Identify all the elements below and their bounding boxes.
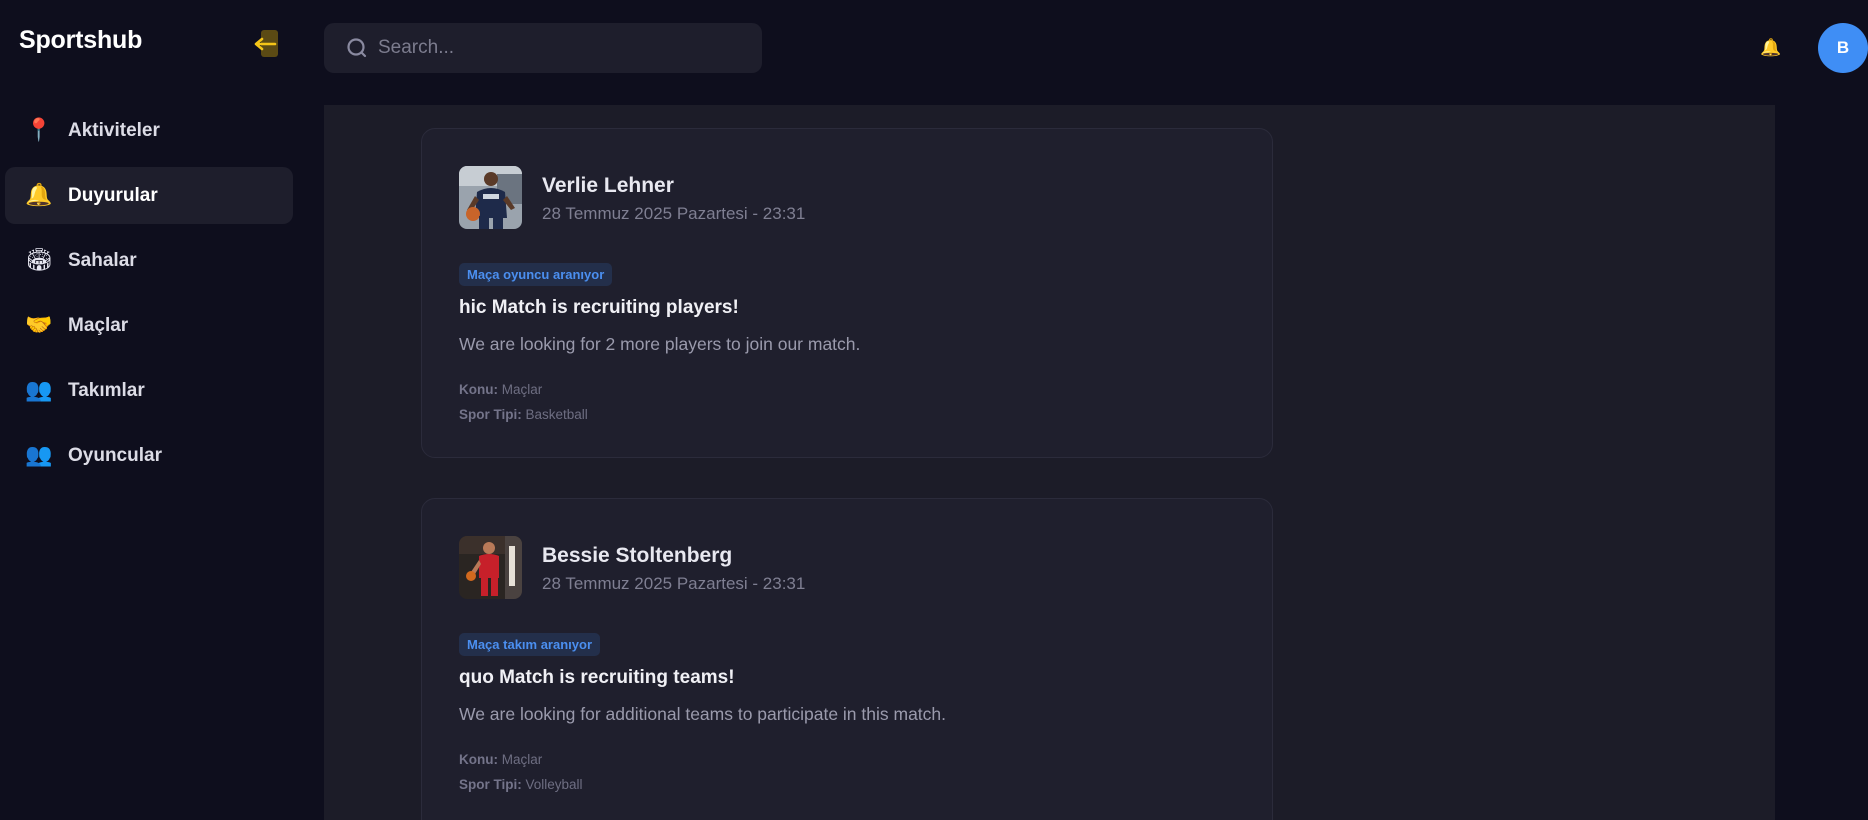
- sidebar-item-aktiviteler[interactable]: 📍 Aktiviteler: [5, 102, 293, 159]
- sidebar-nav: 📍 Aktiviteler 🔔 Duyurular 🏟 Sahalar 🤝 Ma…: [5, 102, 293, 492]
- post-date: 28 Temmuz 2025 Pazartesi - 23:31: [542, 204, 806, 223]
- post-body: We are looking for 2 more players to joi…: [459, 334, 861, 354]
- announcements-feed: Verlie Lehner 28 Temmuz 2025 Pazartesi -…: [324, 105, 1775, 820]
- sidebar-item-label: Oyuncular: [68, 444, 162, 466]
- sidebar-item-label: Sahalar: [68, 249, 137, 271]
- author-photo[interactable]: [459, 536, 522, 599]
- announcement-card[interactable]: Bessie Stoltenberg 28 Temmuz 2025 Pazart…: [421, 498, 1273, 820]
- bell-icon: 🔔: [25, 183, 53, 208]
- post-author: Bessie Stoltenberg 28 Temmuz 2025 Pazart…: [459, 536, 805, 599]
- post-author: Verlie Lehner 28 Temmuz 2025 Pazartesi -…: [459, 166, 805, 229]
- people-icon: 👥: [25, 443, 53, 468]
- search-input[interactable]: [378, 37, 738, 59]
- topic-value: Maçlar: [501, 382, 543, 397]
- sport-label: Spor Tipi:: [459, 407, 522, 422]
- sport-value: Basketball: [525, 407, 588, 422]
- user-avatar[interactable]: B: [1818, 23, 1868, 73]
- post-title[interactable]: hic Match is recruiting players!: [459, 297, 739, 319]
- post-sport: Spor Tipi: Volleyball: [459, 777, 583, 792]
- post-tag: Maça takım aranıyor: [459, 633, 601, 656]
- author-name[interactable]: Bessie Stoltenberg: [542, 544, 805, 568]
- bell-icon: 🔔: [1760, 38, 1782, 58]
- sport-label: Spor Tipi:: [459, 777, 522, 792]
- post-topic: Konu: Maçlar: [459, 382, 542, 397]
- sidebar-item-takimlar[interactable]: 👥 Takımlar: [5, 362, 293, 419]
- sidebar-item-label: Takımlar: [68, 379, 145, 401]
- sidebar-item-sahalar[interactable]: 🏟 Sahalar: [5, 232, 293, 289]
- people-icon: 👥: [25, 378, 53, 403]
- post-sport: Spor Tipi: Basketball: [459, 407, 588, 422]
- author-name[interactable]: Verlie Lehner: [542, 174, 805, 198]
- sport-value: Volleyball: [525, 777, 583, 792]
- topic-value: Maçlar: [501, 752, 543, 767]
- sidebar-item-label: Aktiviteler: [68, 119, 160, 141]
- sidebar-item-oyuncular[interactable]: 👥 Oyuncular: [5, 427, 293, 484]
- notifications-button[interactable]: 🔔: [1760, 36, 1782, 60]
- sidebar: Sportshub 📍 Aktiviteler 🔔 Duyurular 🏟 Sa…: [0, 0, 300, 820]
- stadium-icon: 🏟: [25, 248, 53, 273]
- topic-label: Konu:: [459, 752, 498, 767]
- post-body: We are looking for additional teams to p…: [459, 704, 947, 724]
- topic-label: Konu:: [459, 382, 498, 397]
- arrow-left-icon: [254, 37, 277, 51]
- post-date: 28 Temmuz 2025 Pazartesi - 23:31: [542, 574, 806, 593]
- search-bar[interactable]: [324, 23, 762, 73]
- sidebar-item-maclar[interactable]: 🤝 Maçlar: [5, 297, 293, 354]
- sidebar-item-duyurular[interactable]: 🔔 Duyurular: [5, 167, 293, 224]
- collapse-sidebar-button[interactable]: [250, 30, 280, 58]
- sidebar-item-label: Maçlar: [68, 314, 129, 336]
- brand-logo[interactable]: Sportshub: [19, 26, 142, 55]
- search-icon: [347, 38, 367, 58]
- pin-icon: 📍: [25, 118, 53, 143]
- post-topic: Konu: Maçlar: [459, 752, 542, 767]
- handshake-icon: 🤝: [25, 313, 53, 338]
- sidebar-item-label: Duyurular: [68, 184, 158, 206]
- announcement-card[interactable]: Verlie Lehner 28 Temmuz 2025 Pazartesi -…: [421, 128, 1273, 458]
- author-photo[interactable]: [459, 166, 522, 229]
- post-tag: Maça oyuncu aranıyor: [459, 263, 613, 286]
- post-title[interactable]: quo Match is recruiting teams!: [459, 667, 735, 689]
